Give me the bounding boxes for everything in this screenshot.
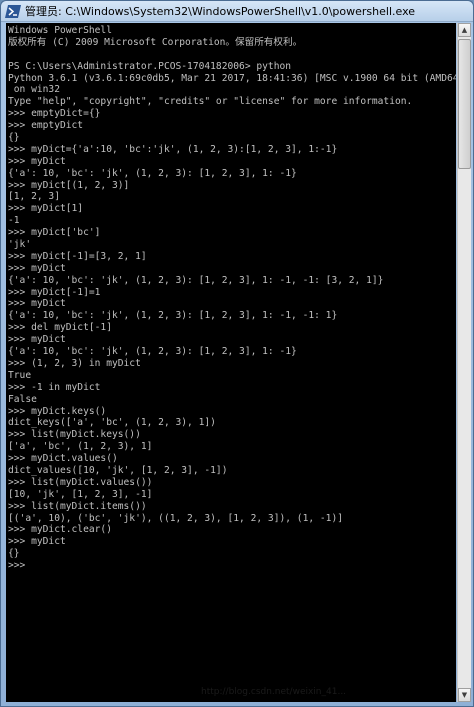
console-line: >>> list(myDict.keys()) [8, 429, 141, 441]
console-line: {'a': 10, 'bc': 'jk', (1, 2, 3): [1, 2, … [8, 274, 384, 286]
console-line: {'a': 10, 'bc': 'jk', (1, 2, 3): [1, 2, … [8, 346, 297, 358]
console-line: >>> myDict[-1]=1 [8, 286, 101, 298]
console-line: >>> list(myDict.items()) [8, 500, 147, 512]
console-line: >>> emptyDict [8, 120, 84, 132]
console-line: >>> myDict[-1]=[3, 2, 1] [8, 250, 147, 262]
scroll-thumb[interactable] [458, 39, 471, 169]
console-line: {'a': 10, 'bc': 'jk', (1, 2, 3): [1, 2, … [8, 167, 297, 179]
console-line: >>> myDict[(1, 2, 3)] [8, 179, 130, 191]
watermark: http://blog.csdn.net/weixin_41... [201, 687, 347, 697]
vertical-scrollbar[interactable]: ▲ ▼ [457, 23, 471, 702]
console-line: >>> -1 in myDict [8, 381, 101, 393]
console-line: >>> myDict.clear() [8, 524, 112, 536]
console-line: dict_values([10, 'jk', [1, 2, 3], -1]) [8, 464, 228, 476]
console-line: >>> myDict={'a':10, 'bc':'jk', (1, 2, 3)… [8, 143, 338, 155]
console-line: True [8, 369, 32, 381]
console-line: 版权所有 (C) 2009 Microsoft Corporation。保留所有… [8, 36, 303, 48]
console-lines: Windows PowerShell 版权所有 (C) 2009 Microsof… [8, 25, 456, 572]
powershell-window: 管理员: C:\Windows\System32\WindowsPowerShe… [0, 0, 474, 707]
console-line: 'jk' [8, 239, 32, 251]
title-bar[interactable]: 管理员: C:\Windows\System32\WindowsPowerShe… [1, 1, 473, 22]
scroll-down-button[interactable]: ▼ [458, 688, 471, 702]
console-line: [1, 2, 3] [8, 191, 60, 203]
console-line: >>> list(myDict.values()) [8, 476, 153, 488]
console-line: >>> del myDict[-1] [8, 322, 112, 334]
console-line: dict_keys(['a', 'bc', (1, 2, 3), 1]) [8, 417, 216, 429]
console-line: >>> myDict [8, 334, 66, 346]
console-line: ['a', 'bc', (1, 2, 3), 1] [8, 441, 153, 453]
console-line: >>> (1, 2, 3) in myDict [8, 357, 141, 369]
console-line: >>> [8, 560, 26, 572]
scroll-up-arrow-icon: ▲ [461, 26, 468, 34]
console-line: False [8, 393, 37, 405]
console-line: >>> myDict.values() [8, 453, 118, 465]
window-title: 管理员: C:\Windows\System32\WindowsPowerShe… [25, 5, 416, 18]
console-line: {} [8, 548, 20, 560]
console-line: [10, 'jk', [1, 2, 3], -1] [8, 488, 153, 500]
console-line: on win32 [8, 84, 60, 96]
console-line: Windows PowerShell [8, 25, 112, 36]
console-line: >>> myDict.keys() [8, 405, 107, 417]
console-line: >>> myDict [8, 536, 66, 548]
scroll-up-button[interactable]: ▲ [458, 23, 471, 37]
console-line: {'a': 10, 'bc': 'jk', (1, 2, 3): [1, 2, … [8, 310, 338, 322]
console-line: >>> myDict[1] [8, 203, 84, 215]
console-line: >>> myDict [8, 262, 66, 274]
console-line: [('a', 10), ('bc', 'jk'), ((1, 2, 3), [1… [8, 512, 344, 524]
console-line: >>> emptyDict={} [8, 108, 101, 120]
console-line: >>> myDict [8, 155, 66, 167]
console-line: >>> myDict [8, 298, 66, 310]
console-line: Python 3.6.1 (v3.6.1:69c0db5, Mar 21 201… [8, 72, 456, 84]
powershell-icon[interactable] [5, 4, 21, 18]
console-line: >>> myDict['bc'] [8, 227, 101, 239]
console-line: -1 [8, 215, 20, 227]
console-line: {} [8, 132, 20, 144]
console-line: PS C:\Users\Administrator.PCOS-170418200… [8, 60, 292, 72]
scroll-down-arrow-icon: ▼ [461, 691, 468, 699]
console-output[interactable]: Windows PowerShell 版权所有 (C) 2009 Microsof… [6, 23, 456, 702]
console-line: Type "help", "copyright", "credits" or "… [8, 96, 413, 108]
